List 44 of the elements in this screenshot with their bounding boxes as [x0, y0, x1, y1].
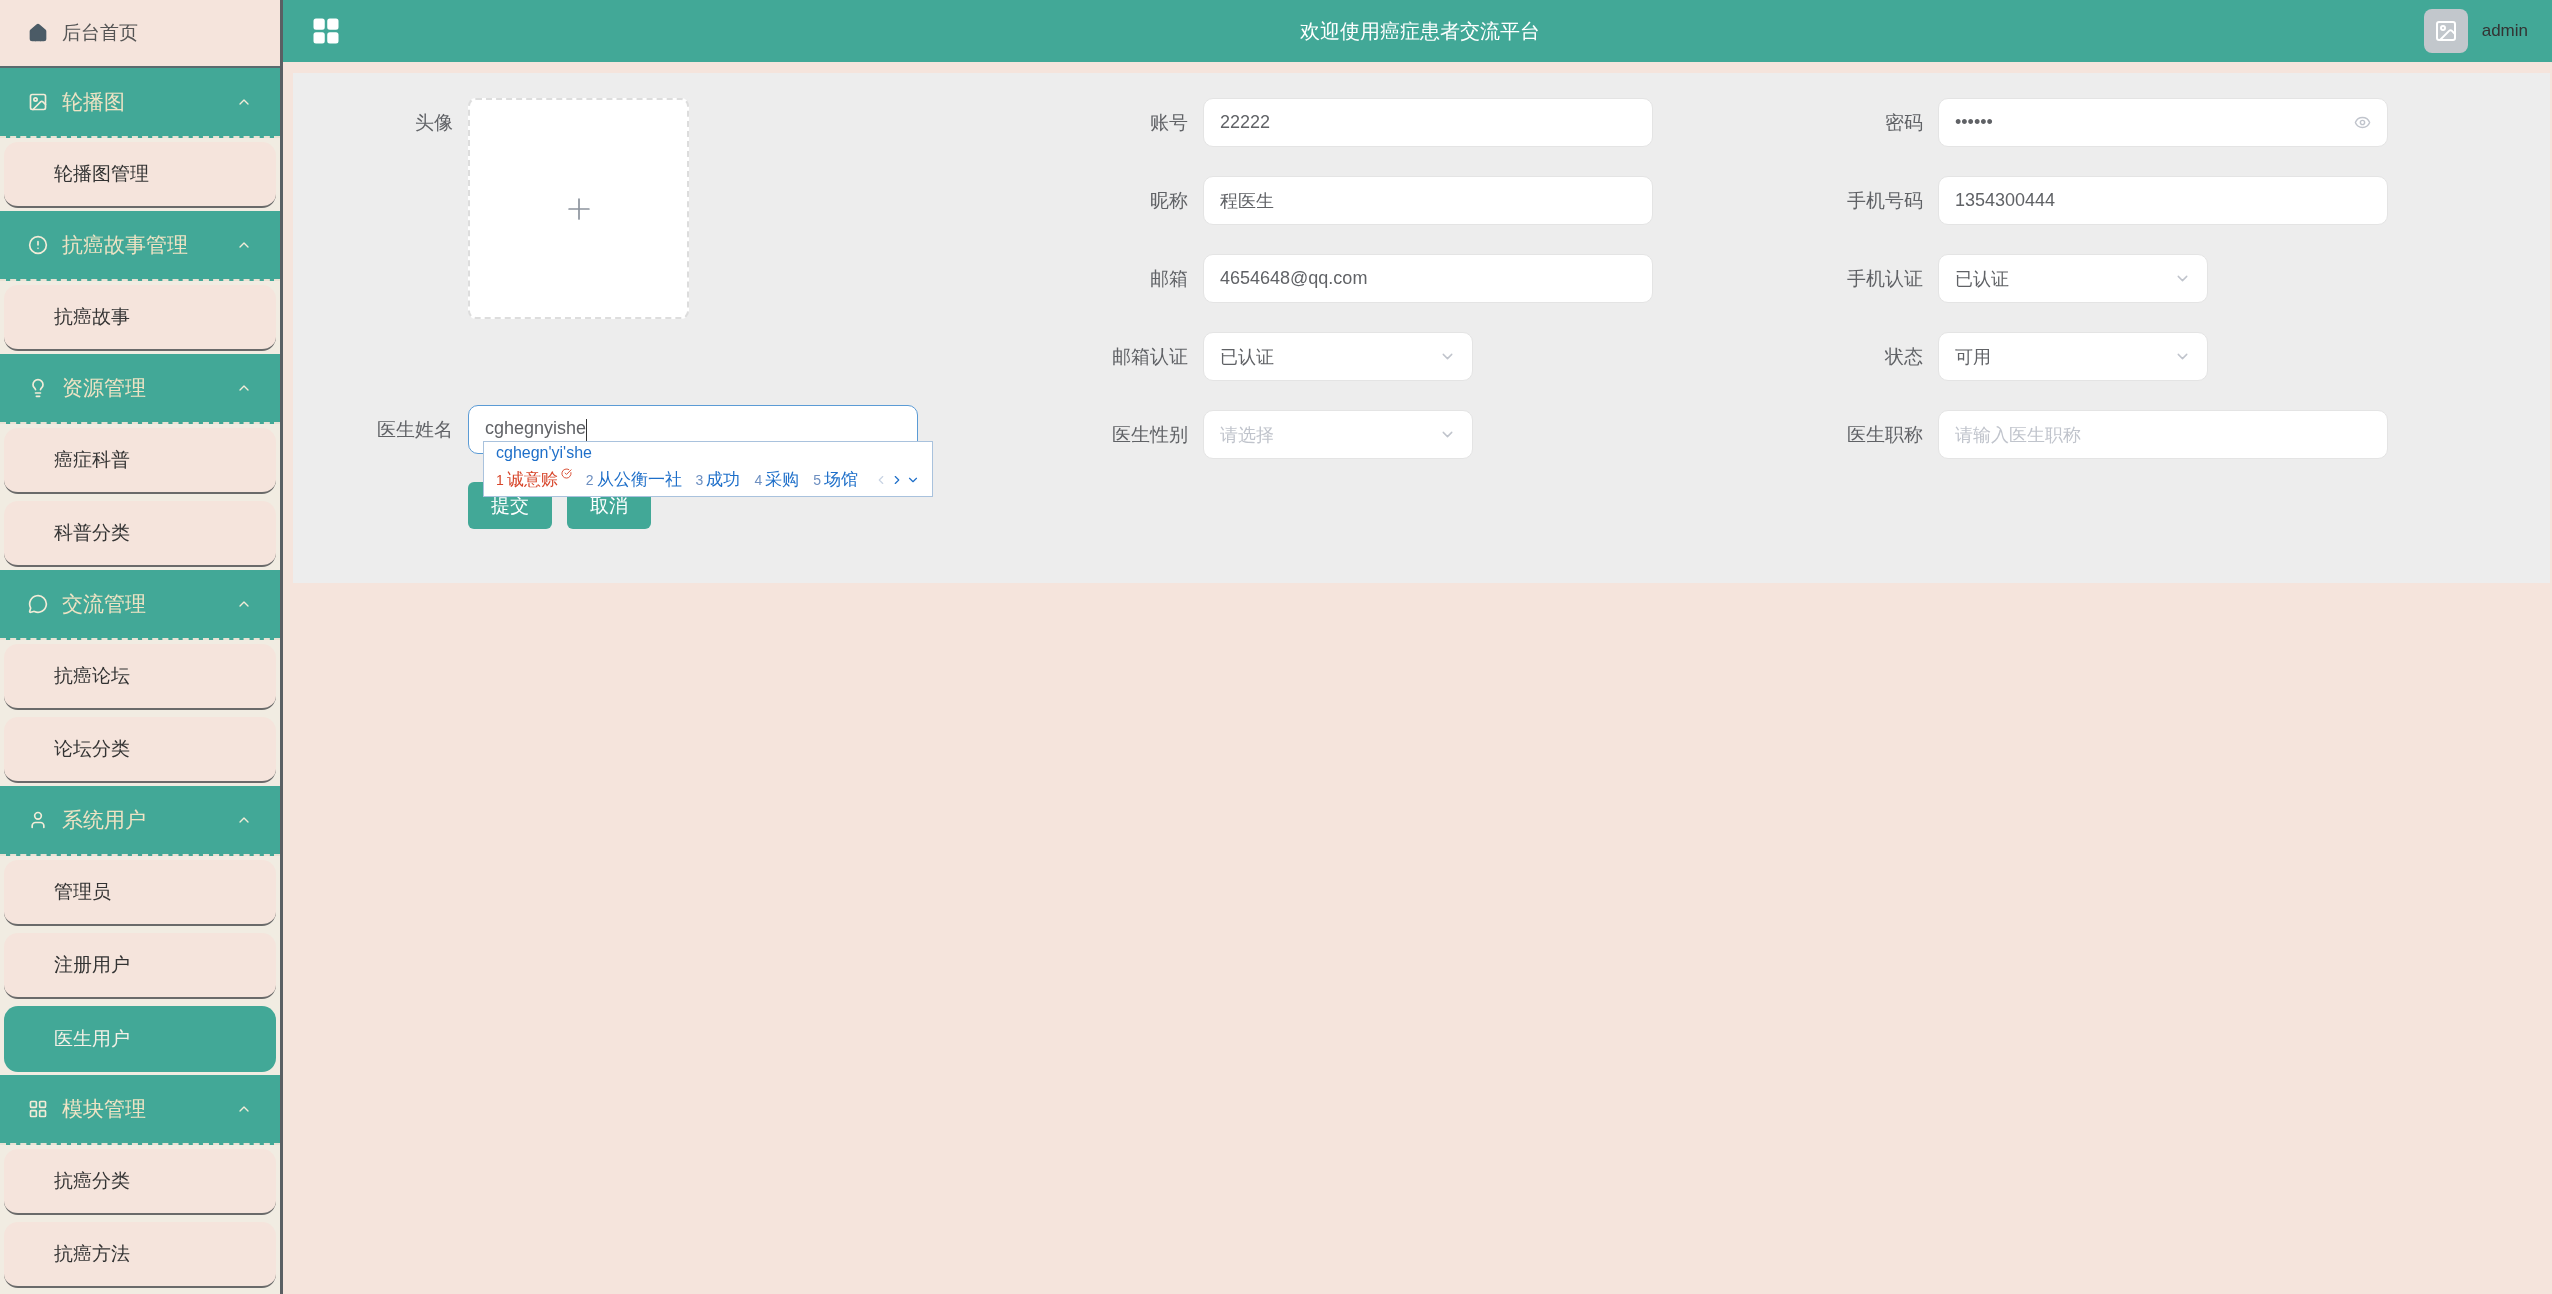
sidebar-item[interactable]: 论坛分类 — [4, 717, 276, 783]
select-field[interactable]: 已认证 — [1203, 332, 1473, 381]
field-label: 状态 — [1884, 345, 1924, 369]
ime-candidate[interactable]: 5 场馆 — [813, 468, 858, 491]
check-icon — [560, 468, 572, 479]
ime-candidate[interactable]: 4 采购 — [754, 468, 800, 491]
ime-candidate[interactable]: 3 成功 — [695, 468, 741, 491]
field-label: 手机号码 — [1846, 189, 1924, 213]
sidebar-item[interactable]: 抗癌论坛 — [4, 644, 276, 710]
field-label: 邮箱认证 — [1111, 345, 1189, 369]
field-label: 头像 — [414, 111, 454, 135]
text-field[interactable]: 程医生 — [1203, 176, 1653, 225]
field-label: 手机认证 — [1846, 267, 1924, 291]
text-field[interactable]: 22222 — [1203, 98, 1653, 147]
home-icon — [28, 23, 48, 43]
select-field[interactable]: 可用 — [1938, 332, 2208, 381]
avatar-image[interactable] — [2423, 9, 2468, 53]
sidebar-item[interactable]: 注册用户 — [4, 933, 276, 999]
sidebar-item[interactable]: 科普分类 — [4, 501, 276, 567]
field-label: 密码 — [1884, 111, 1924, 135]
sidebar-item[interactable]: 抗癌方法 — [4, 1222, 276, 1288]
sidebar-label: 后台首页 — [62, 21, 138, 45]
user-name[interactable]: admin — [2481, 21, 2528, 41]
sidebar-item[interactable]: 轮播图管理 — [4, 142, 276, 208]
field-label: 医生性别 — [1111, 423, 1189, 447]
page-title: 欢迎使用癌症患者交流平台 — [1299, 18, 1540, 44]
sidebar-item[interactable]: 后台首页 — [0, 0, 280, 68]
field-label: 医生职称 — [1846, 423, 1924, 447]
field-label: 账号 — [1149, 111, 1189, 135]
eye-icon[interactable] — [2354, 114, 2371, 131]
sidebar-item[interactable]: 癌症科普 — [4, 428, 276, 494]
password-field[interactable]: •••••• — [1938, 98, 2388, 147]
field-label: 邮箱 — [1149, 267, 1189, 291]
sidebar-item[interactable]: 抗癌分类 — [4, 1149, 276, 1215]
text-field[interactable]: 1354300444 — [1938, 176, 2388, 225]
text-field[interactable]: 4654648@qq.com — [1203, 254, 1653, 303]
sidebar-item[interactable]: 抗癌故事 — [4, 285, 276, 351]
field-label: 医生姓名 — [376, 418, 454, 442]
upload-field[interactable] — [468, 98, 689, 319]
select-field[interactable]: 已认证 — [1938, 254, 2208, 303]
ime-composition: cghegn'yi'she — [496, 444, 593, 462]
sidebar-item[interactable]: 管理员 — [4, 860, 276, 926]
grid-icon[interactable] — [311, 16, 341, 46]
field-label: 昵称 — [1149, 189, 1189, 213]
